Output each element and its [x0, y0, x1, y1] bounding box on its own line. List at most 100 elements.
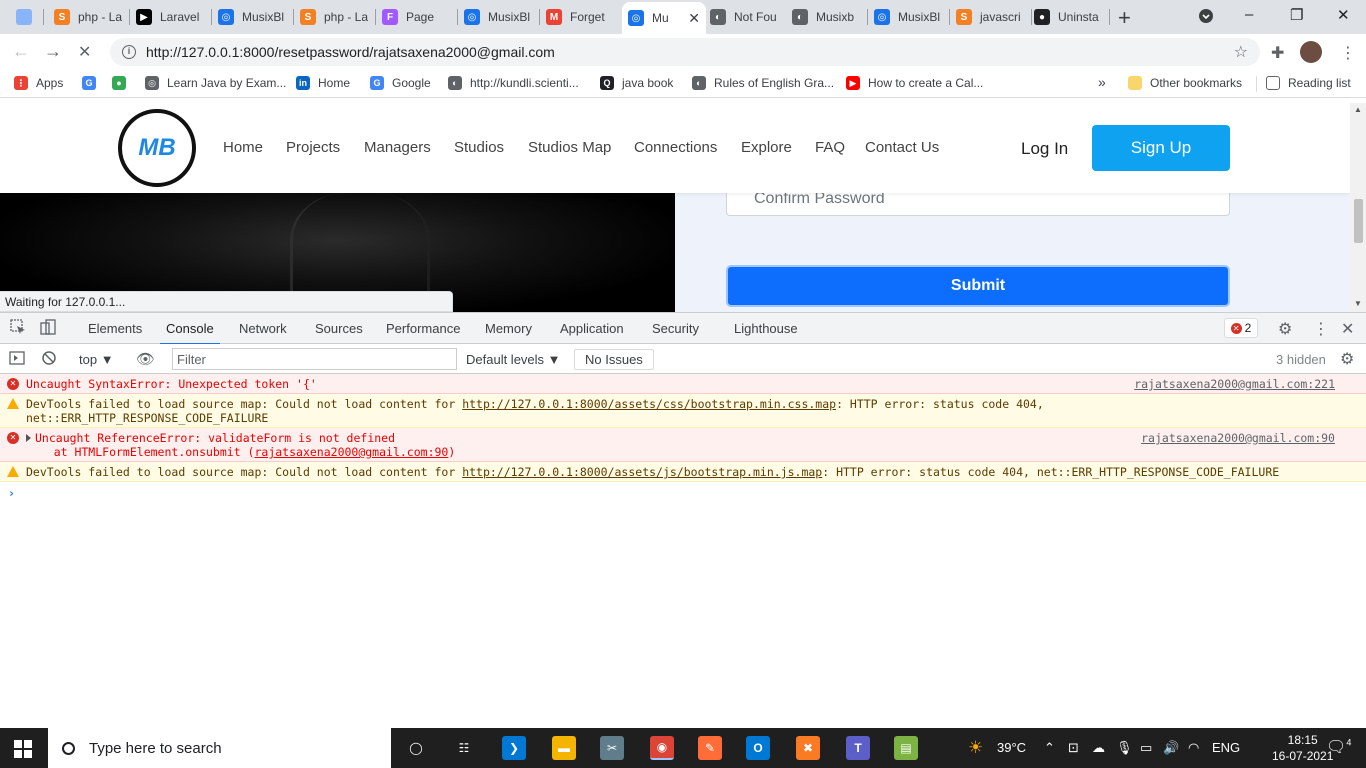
- browser-tab[interactable]: ◐ Not Fou: [704, 4, 786, 30]
- nav-link[interactable]: FAQ: [815, 139, 845, 156]
- close-tab-icon[interactable]: ✕: [684, 10, 700, 27]
- bookmark-item[interactable]: G: [82, 76, 104, 90]
- forward-arrow-icon[interactable]: →: [44, 41, 62, 62]
- microphone-icon[interactable]: 🎙: [1116, 740, 1133, 756]
- extensions-puzzle-icon[interactable]: ✚: [1271, 43, 1284, 63]
- nav-link[interactable]: Projects: [286, 139, 340, 156]
- devtools-tab[interactable]: Sources: [315, 321, 363, 336]
- devtools-tab[interactable]: Lighthouse: [734, 321, 798, 336]
- show-sidebar-icon[interactable]: [9, 350, 25, 371]
- other-bookmarks-folder[interactable]: Other bookmarks: [1128, 76, 1242, 90]
- snipping-taskbar-icon[interactable]: ✂: [600, 736, 624, 760]
- log-levels-dropdown[interactable]: Default levels ▼: [466, 352, 561, 367]
- chrome-taskbar-icon[interactable]: ◉: [650, 736, 674, 760]
- nav-link[interactable]: Home: [223, 139, 263, 156]
- bookmark-item[interactable]: ●: [112, 76, 134, 90]
- browser-tab[interactable]: ◎ MusixBl: [458, 4, 540, 30]
- nav-link[interactable]: Studios Map: [528, 139, 611, 156]
- site-info-icon[interactable]: i: [122, 45, 136, 59]
- devtools-tab[interactable]: Console: [160, 321, 220, 345]
- chrome-menu-icon[interactable]: ⋮: [1340, 43, 1356, 63]
- devtools-tab[interactable]: Security: [652, 321, 699, 336]
- console-settings-gear-icon[interactable]: ⚙: [1340, 349, 1354, 369]
- browser-tab[interactable]: Sjavascri: [950, 4, 1032, 30]
- page-scrollbar[interactable]: ▲ ▼: [1350, 103, 1366, 312]
- bookmark-item[interactable]: Qjava book: [600, 76, 673, 90]
- source-map-link[interactable]: http://127.0.0.1:8000/assets/js/bootstra…: [462, 465, 822, 479]
- widgets-taskbar-icon[interactable]: ☷: [452, 736, 476, 760]
- bookmark-item[interactable]: in Home: [296, 76, 350, 90]
- bookmark-item[interactable]: ◎ Learn Java by Exam...: [145, 76, 286, 90]
- submit-button[interactable]: Submit: [726, 265, 1230, 307]
- stack-source-link[interactable]: rajatsaxena2000@gmail.com:90: [254, 445, 448, 459]
- browser-tab[interactable]: [10, 4, 44, 30]
- devtools-tab[interactable]: Memory: [485, 321, 532, 336]
- nav-link[interactable]: Explore: [741, 139, 792, 156]
- taskbar-search-box[interactable]: Type here to search: [48, 728, 391, 768]
- scroll-up-arrow-icon[interactable]: ▲: [1354, 105, 1362, 114]
- browser-tab[interactable]: ◐ Musixb: [786, 4, 868, 30]
- minimize-button[interactable]: –: [1245, 6, 1253, 23]
- clear-console-icon[interactable]: [41, 350, 57, 371]
- browser-tab[interactable]: F Page: [376, 4, 458, 30]
- bookmark-item[interactable]: G Google: [370, 76, 431, 90]
- signup-button[interactable]: Sign Up: [1092, 125, 1230, 171]
- task-view-taskbar-icon[interactable]: ◯: [404, 736, 428, 760]
- scrollbar-thumb[interactable]: [1354, 199, 1363, 243]
- issues-button[interactable]: No Issues: [574, 349, 654, 370]
- device-toolbar-icon[interactable]: [40, 319, 56, 340]
- devtools-more-icon[interactable]: ⋮: [1313, 319, 1329, 339]
- vscode-taskbar-icon[interactable]: ❯: [502, 736, 526, 760]
- nav-link[interactable]: Contact Us: [865, 139, 939, 156]
- bookmarks-overflow-button[interactable]: »: [1098, 74, 1106, 90]
- postman-taskbar-icon[interactable]: ✎: [698, 736, 722, 760]
- teams-taskbar-icon[interactable]: T: [846, 736, 870, 760]
- source-map-link[interactable]: http://127.0.0.1:8000/assets/css/bootstr…: [462, 397, 836, 411]
- console-prompt[interactable]: ›: [0, 482, 1366, 504]
- file-explorer-taskbar-icon[interactable]: ▬: [552, 736, 576, 760]
- notifications-icon[interactable]: 🗨4: [1326, 737, 1351, 757]
- nav-link[interactable]: Studios: [454, 139, 504, 156]
- devtools-tab[interactable]: Application: [560, 321, 624, 336]
- weather-temp[interactable]: 39°C: [997, 740, 1026, 755]
- devtools-tab[interactable]: Performance: [386, 321, 460, 336]
- browser-tab[interactable]: M Forget: [540, 4, 622, 30]
- browser-tab[interactable]: Sphp - La: [48, 4, 130, 30]
- maximize-button[interactable]: ❐: [1290, 6, 1303, 24]
- taskbar-clock[interactable]: 18:15 16-07-2021: [1272, 732, 1333, 764]
- browser-tab[interactable]: ◎ MusixBl: [212, 4, 294, 30]
- browser-tab[interactable]: ◎ MusixBl: [868, 4, 950, 30]
- musixblvd-logo[interactable]: MB: [118, 109, 196, 187]
- wifi-icon[interactable]: ◠: [1188, 740, 1199, 756]
- console-filter-input[interactable]: Filter: [172, 348, 457, 370]
- browser-tab[interactable]: ● Uninsta: [1028, 4, 1110, 30]
- browser-tab[interactable]: ◎ Mu ✕: [622, 2, 706, 34]
- login-link[interactable]: Log In: [1021, 139, 1068, 159]
- tray-chevron-icon[interactable]: ⌃: [1044, 740, 1055, 756]
- volume-icon[interactable]: 🔊: [1163, 740, 1179, 756]
- devtools-tab[interactable]: Network: [239, 321, 287, 336]
- sticky-taskbar-icon[interactable]: ▤: [894, 736, 918, 760]
- nav-link[interactable]: Connections: [634, 139, 717, 156]
- close-window-button[interactable]: ✕: [1337, 6, 1350, 24]
- inspect-element-icon[interactable]: [10, 319, 26, 340]
- profile-avatar[interactable]: [1300, 41, 1322, 63]
- address-url[interactable]: http://127.0.0.1:8000/resetpassword/raja…: [146, 44, 555, 60]
- bookmark-item[interactable]: ▶ How to create a Cal...: [846, 76, 983, 90]
- new-tab-button[interactable]: +: [1118, 5, 1131, 31]
- tray-app-icon[interactable]: ⊡: [1068, 740, 1079, 756]
- context-selector[interactable]: top ▼: [79, 352, 114, 367]
- reading-list-button[interactable]: Reading list: [1266, 76, 1351, 90]
- weather-sun-icon[interactable]: ☀: [968, 738, 983, 758]
- error-count-badge[interactable]: ✕ 2: [1224, 318, 1258, 338]
- devtools-settings-gear-icon[interactable]: ⚙: [1278, 319, 1292, 339]
- xampp-taskbar-icon[interactable]: ✖: [796, 736, 820, 760]
- bookmark-item[interactable]: ⋮ Apps: [14, 76, 63, 90]
- address-bar[interactable]: i http://127.0.0.1:8000/resetpassword/ra…: [110, 38, 1260, 66]
- browser-tab[interactable]: ▶ Laravel: [130, 4, 212, 30]
- battery-icon[interactable]: ▭: [1140, 740, 1152, 756]
- scroll-down-arrow-icon[interactable]: ▼: [1354, 299, 1362, 308]
- message-source-link[interactable]: rajatsaxena2000@gmail.com:90: [1141, 431, 1335, 445]
- bookmark-item[interactable]: ◐ Rules of English Gra...: [692, 76, 834, 90]
- expand-triangle-icon[interactable]: [26, 434, 31, 442]
